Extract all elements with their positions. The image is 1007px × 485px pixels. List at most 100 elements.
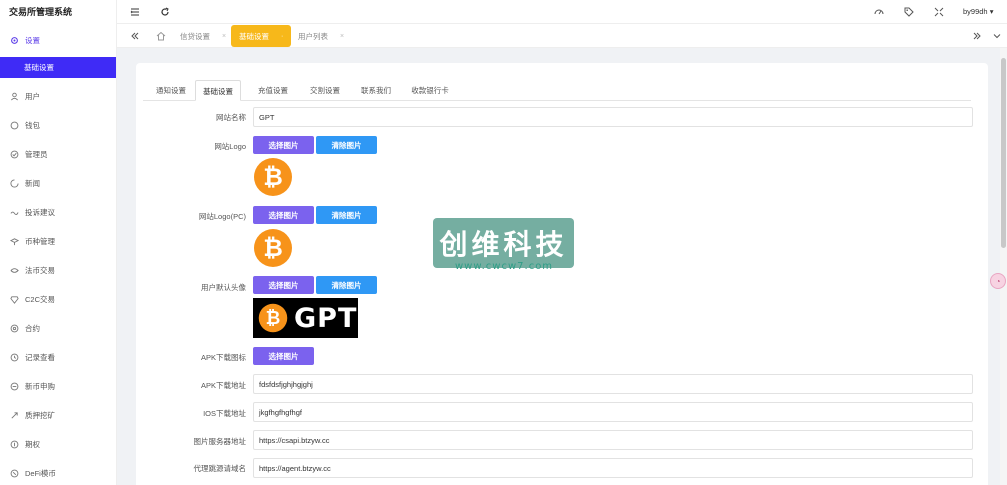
close-icon[interactable]: · (281, 33, 283, 40)
sidebar-item-mining[interactable]: 质押挖矿 (0, 405, 116, 425)
record-icon (10, 353, 19, 362)
contract-icon (10, 324, 19, 333)
sidebar-item-wallet[interactable]: 钱包 (0, 115, 116, 135)
admin-icon (10, 150, 19, 159)
tabs-more-icon[interactable] (991, 30, 1003, 42)
sidebar-item-fiat[interactable]: 法币交易 (0, 260, 116, 280)
mining-icon (10, 411, 19, 420)
sidebar-item-basic-settings[interactable]: 基础设置 (0, 57, 116, 78)
image-server-label: 图片服务器地址 (193, 437, 247, 446)
logo-choose-image-button[interactable]: 选择图片 (253, 136, 314, 154)
sidebar-item-label: 投诉建议 (25, 207, 55, 217)
theme-icon[interactable] (873, 6, 885, 18)
logo-pc-clear-image-button[interactable]: 清除图片 (316, 206, 377, 224)
tab-user-list[interactable]: 用户列表 × (298, 25, 344, 47)
user-icon (10, 92, 19, 101)
floating-assistant-icon[interactable]: ◔ (990, 273, 1006, 289)
avatar-label: 用户默认头像 (201, 283, 246, 292)
sidebar-item-label: 基础设置 (24, 63, 54, 72)
settings-tabs: 通知设置 基础设置 充值设置 交割设置 联系我们 收款银行卡 (143, 80, 971, 101)
logo-pc-label: 网站Logo(PC) (198, 212, 246, 221)
fullscreen-icon[interactable] (933, 6, 945, 18)
avatar-clear-image-button[interactable]: 清除图片 (316, 276, 377, 294)
sidebar-item-subscribe[interactable]: 新币申购 (0, 376, 116, 396)
sidebar-item-label: 用户 (25, 91, 40, 101)
tabs-scroll-left-icon[interactable] (129, 30, 141, 42)
close-icon[interactable]: × (222, 33, 226, 40)
refresh-icon[interactable] (159, 6, 171, 18)
logo-clear-image-button[interactable]: 清除图片 (316, 136, 377, 154)
tab-label: 基础设置 (239, 31, 269, 41)
watermark-title: 创维科技 (439, 228, 568, 261)
page-scrollbar[interactable] (1000, 48, 1007, 485)
sidebar-item-label: 钱包 (25, 120, 40, 130)
fiat-icon (10, 266, 19, 275)
defi-icon (10, 469, 19, 478)
ios-url-input[interactable]: jkgfhgfhgfhgf (253, 402, 973, 422)
bitcoin-logo-pc-icon: ₿ (254, 229, 292, 267)
feedback-icon (10, 208, 19, 217)
home-icon[interactable] (155, 30, 167, 42)
menu-fold-icon[interactable] (129, 6, 141, 18)
sidebar: 交易所管理系统 设置 基础设置 用户 钱包 管理员 新闻 投诉建议 币种管理 法… (0, 0, 117, 485)
logo-pc-choose-image-button[interactable]: 选择图片 (253, 206, 314, 224)
tab-basic-settings-inner[interactable]: 基础设置 (195, 80, 241, 101)
scrollbar-thumb[interactable] (1001, 58, 1006, 248)
sidebar-item-user[interactable]: 用户 (0, 86, 116, 106)
tabs-bar: 信贷设置 × 基础设置 · 用户列表 × (117, 24, 1007, 48)
sidebar-item-label: 记录查看 (25, 352, 55, 362)
apk-icon-choose-image-button[interactable]: 选择图片 (253, 347, 314, 365)
logo-label: 网站Logo (214, 142, 246, 151)
avatar-choose-image-button[interactable]: 选择图片 (253, 276, 314, 294)
sidebar-item-news[interactable]: 新闻 (0, 173, 116, 193)
sidebar-item-label: 法币交易 (25, 265, 55, 275)
tab-notification-settings[interactable]: 通知设置 (149, 80, 193, 101)
close-icon[interactable]: × (340, 33, 344, 40)
app-title: 交易所管理系统 (9, 7, 73, 17)
agent-domain-label: 代理跳源请域名 (193, 464, 247, 473)
c2c-icon (10, 295, 19, 304)
sidebar-item-coin[interactable]: 币种管理 (0, 231, 116, 251)
apk-url-input[interactable]: fdsfdsfjghjhgjghj (253, 374, 973, 394)
bitcoin-logo-icon: ₿ (254, 158, 292, 196)
sidebar-item-label: DeFi模币 (25, 468, 56, 478)
gpt-avatar-image: ₿ GPT (253, 298, 358, 338)
site-name-input[interactable]: GPT (253, 107, 973, 127)
sidebar-item-label: 新币申购 (25, 381, 55, 391)
sidebar-item-contract[interactable]: 合约 (0, 318, 116, 338)
sidebar-item-defi[interactable]: DeFi模币 (0, 463, 116, 483)
user-menu[interactable]: by99dh ▾ (963, 7, 993, 16)
sidebar-item-c2c[interactable]: C2C交易 (0, 289, 116, 309)
news-icon (10, 178, 19, 188)
tab-credit-settings[interactable]: 信贷设置 × (180, 25, 226, 47)
image-server-input[interactable]: https://csapi.btzyw.cc (253, 430, 973, 450)
sidebar-item-label: 合约 (25, 323, 40, 333)
tag-icon[interactable] (903, 6, 915, 18)
apk-icon-label: APK下载图标 (200, 353, 246, 362)
tab-label: 信贷设置 (180, 31, 210, 41)
tab-basic-settings[interactable]: 基础设置 · (231, 25, 292, 47)
subscribe-icon (10, 382, 19, 391)
sidebar-item-option[interactable]: 期权 (0, 434, 116, 454)
tab-contact-us[interactable]: 联系我们 (354, 80, 398, 101)
tab-delivery-settings[interactable]: 交割设置 (303, 80, 347, 101)
sidebar-item-admin[interactable]: 管理员 (0, 144, 116, 164)
sidebar-item-record[interactable]: 记录查看 (0, 347, 116, 367)
gear-icon (10, 36, 19, 45)
sidebar-item-settings[interactable]: 设置 (0, 30, 116, 50)
ios-url-label: IOS下载地址 (203, 409, 246, 418)
bitcoin-logo-icon: ₿ (258, 303, 288, 333)
tab-bank-card[interactable]: 收款银行卡 (403, 80, 457, 101)
sidebar-item-label: 新闻 (25, 178, 40, 188)
tab-recharge-settings[interactable]: 充值设置 (251, 80, 295, 101)
tabs-scroll-right-icon[interactable] (971, 30, 983, 42)
svg-text:₿: ₿ (263, 234, 283, 262)
wallet-icon (10, 121, 19, 130)
user-name: by99dh (963, 7, 988, 16)
tab-label: 用户列表 (298, 31, 328, 41)
agent-domain-input[interactable]: https://agent.btzyw.cc (253, 458, 973, 478)
site-name-label: 网站名称 (216, 113, 246, 122)
option-icon (10, 440, 19, 449)
watermark-url: www.cwcw7.com (455, 261, 554, 272)
sidebar-item-feedback[interactable]: 投诉建议 (0, 202, 116, 222)
